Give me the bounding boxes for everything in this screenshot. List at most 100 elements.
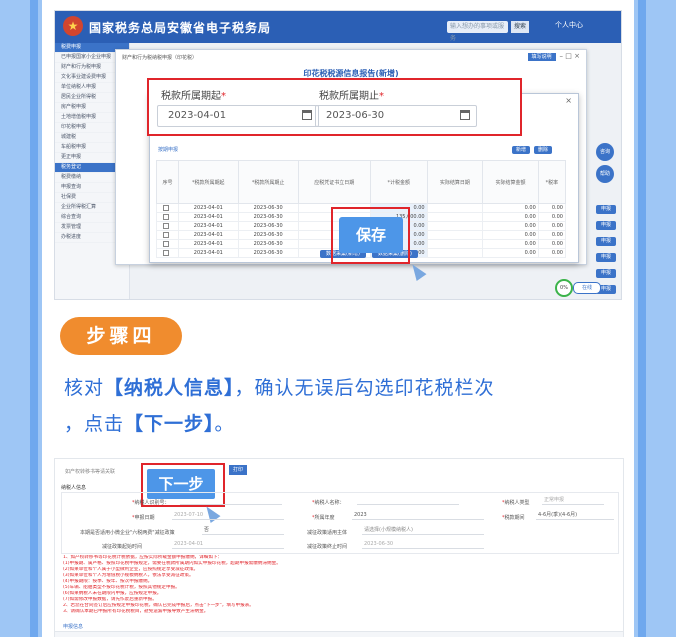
close-icon[interactable]: × [565,96,572,105]
taxpayer-id-label: *纳税人识别号： [132,500,170,506]
close-icon[interactable]: × [574,52,580,60]
reduce-start-field: 2023-04-01 [172,541,284,549]
taxpayer-id-field [180,497,282,505]
row-checkbox[interactable] [163,222,170,229]
column-header: 应税凭证书立日期 [297,160,371,204]
cell-settle-amount[interactable]: 0.00 [482,221,539,231]
online-service-pill[interactable]: 在线 [573,282,601,294]
cell-rate[interactable]: 0.00 [537,203,567,213]
year-select[interactable]: 2023 [352,512,484,520]
screenshot-taxpayer-info: 如产权转移书等请关联 打印 下一步 纳税人信息 *纳税人识别号： *纳税人名称：… [54,458,624,637]
small-biz-policy-label: 本期是否适用小微企业"六税两费"减征政策 [80,530,175,536]
consult-button[interactable]: 咨询 [596,143,614,161]
section-title: 纳税人信息 [61,485,87,491]
cell-period-start[interactable]: 2023-04-01 [177,212,239,222]
instructions-tag[interactable]: 填写说明 [527,53,556,61]
cell-settle-date[interactable] [426,212,484,222]
period-label: *税款期间 [502,515,525,521]
cell-settle-amount[interactable]: 0.00 [482,239,539,249]
taxpayer-type-label: *纳税人类型 [502,500,530,506]
row-action-button[interactable]: 申报 [596,237,616,246]
period-start-field[interactable]: 2023-04-01 [157,105,319,127]
search-input[interactable]: 输入想办的事项或服务 [447,21,508,42]
reduce-end-label: 减征政策终止时间 [307,544,348,550]
table-header-strip [55,631,623,637]
cell-period-end[interactable]: 2023-06-30 [237,239,299,249]
cell-rate[interactable]: 0.00 [537,248,567,258]
left-blue-strip [30,0,38,637]
cell-period-start[interactable]: 2023-04-01 [177,230,239,240]
cell-settle-date[interactable] [426,221,484,231]
cell-period-end[interactable]: 2023-06-30 [237,221,299,231]
help-button[interactable]: 帮助 [596,165,614,183]
table-header-row: 序号 *税款所属期起 *税款所属期止 应税凭证书立日期 *计税金额 实际结算日期… [156,160,567,204]
search-button[interactable]: 搜索 [511,21,529,33]
cell-period-end[interactable]: 2023-06-30 [237,248,299,258]
save-highlight-box: 保存 [331,207,410,264]
row-checkbox[interactable] [163,213,170,220]
add-row-button[interactable]: 新增 [512,146,531,154]
step-badge: 步骤四 [60,317,182,355]
cell-period-end[interactable]: 2023-06-30 [237,212,299,222]
portal-title: 国家税务总局安徽省电子税务局 [89,21,272,35]
reduce-start-label: 减征政策起始时间 [102,544,143,550]
cell-period-end[interactable]: 2023-06-30 [237,230,299,240]
save-button[interactable]: 保存 [339,217,403,253]
period-select[interactable]: 4-6月(季)(4-6月) [536,512,614,520]
taxpayer-info-panel: *纳税人识别号： *纳税人名称： *纳税人类型 正常申报 *申报日期 2023-… [61,492,619,554]
cell-rate[interactable]: 0.00 [537,230,567,240]
cell-settle-date[interactable] [426,239,484,249]
dialog-controls: 填写说明 – □ × [527,52,580,61]
row-action-button[interactable]: 申报 [596,221,616,230]
cell-rate[interactable]: 0.00 [537,239,567,249]
user-center-link[interactable]: 个人中心 [555,20,583,30]
cell-settle-date[interactable] [426,248,484,258]
row-checkbox[interactable] [163,249,170,256]
column-header: *税率 [537,160,567,204]
tax-emblem-icon: ★ [63,16,83,36]
cell-period-start[interactable]: 2023-04-01 [177,221,239,231]
row-checkbox[interactable] [163,204,170,211]
column-header: *税款所属期起 [177,160,239,204]
row-action-button[interactable]: 申报 [596,253,616,262]
cell-period-start[interactable]: 2023-04-01 [177,203,239,213]
cell-settle-amount[interactable]: 0.00 [482,203,539,213]
maximize-icon[interactable]: □ [565,52,572,60]
calendar-icon[interactable] [302,110,312,120]
period-highlight-box: 税款所属期起* 2023-04-01 税款所属期止* 2023-06-30 [147,78,522,136]
column-header: *计税金额 [369,160,428,204]
cell-settle-date[interactable] [426,203,484,213]
row-checkbox[interactable] [163,240,170,247]
row-checkbox[interactable] [163,231,170,238]
tutorial-card: ★ 国家税务总局安徽省电子税务局 输入想办的事项或服务 搜索 个人中心 税费申报… [42,0,634,637]
small-biz-policy-select[interactable]: 否 [202,527,284,535]
section-label: 按期申报 [158,147,179,153]
reduce-subject-select[interactable]: 请选择(小规模纳税人) [362,527,484,535]
reduce-subject-label: 减征政策适用主体 [307,530,348,536]
progress-circle: 0% [555,279,573,297]
reduce-end-field: 2023-06-30 [362,541,484,549]
cell-settle-amount[interactable]: 0.00 [482,230,539,240]
dialog-title: 财产和行为税纳税申报（印花税） [122,55,198,61]
cell-period-end[interactable]: 2023-06-30 [237,203,299,213]
cell-settle-amount[interactable]: 0.00 [482,212,539,222]
year-label: *所属年度 [312,515,335,521]
period-end-field[interactable]: 2023-06-30 [315,105,477,127]
right-blue-strip [638,0,646,637]
calendar-icon[interactable] [460,110,470,120]
cell-period-start[interactable]: 2023-04-01 [177,248,239,258]
row-action-button[interactable]: 申报 [596,205,616,214]
cell-rate[interactable]: 0.00 [537,221,567,231]
apply-date-field[interactable]: 2023-07-10 [172,512,284,520]
cell-settle-date[interactable] [426,230,484,240]
red-notice-list: 1、如产权转移书等印花税计税依据，应按实际所载金额申报缴纳，详细如下： (1)申… [63,555,615,615]
cell-period-start[interactable]: 2023-04-01 [177,239,239,249]
delete-row-button[interactable]: 删除 [534,146,553,154]
minimize-icon[interactable]: – [560,52,564,60]
cell-settle-amount[interactable]: 0.00 [482,248,539,258]
taxpayer-name-field [357,497,459,505]
print-button[interactable]: 打印 [229,465,247,475]
portal-header: ★ 国家税务总局安徽省电子税务局 输入想办的事项或服务 搜索 个人中心 [55,11,621,43]
cell-rate[interactable]: 0.00 [537,212,567,222]
row-action-button[interactable]: 申报 [596,269,616,278]
